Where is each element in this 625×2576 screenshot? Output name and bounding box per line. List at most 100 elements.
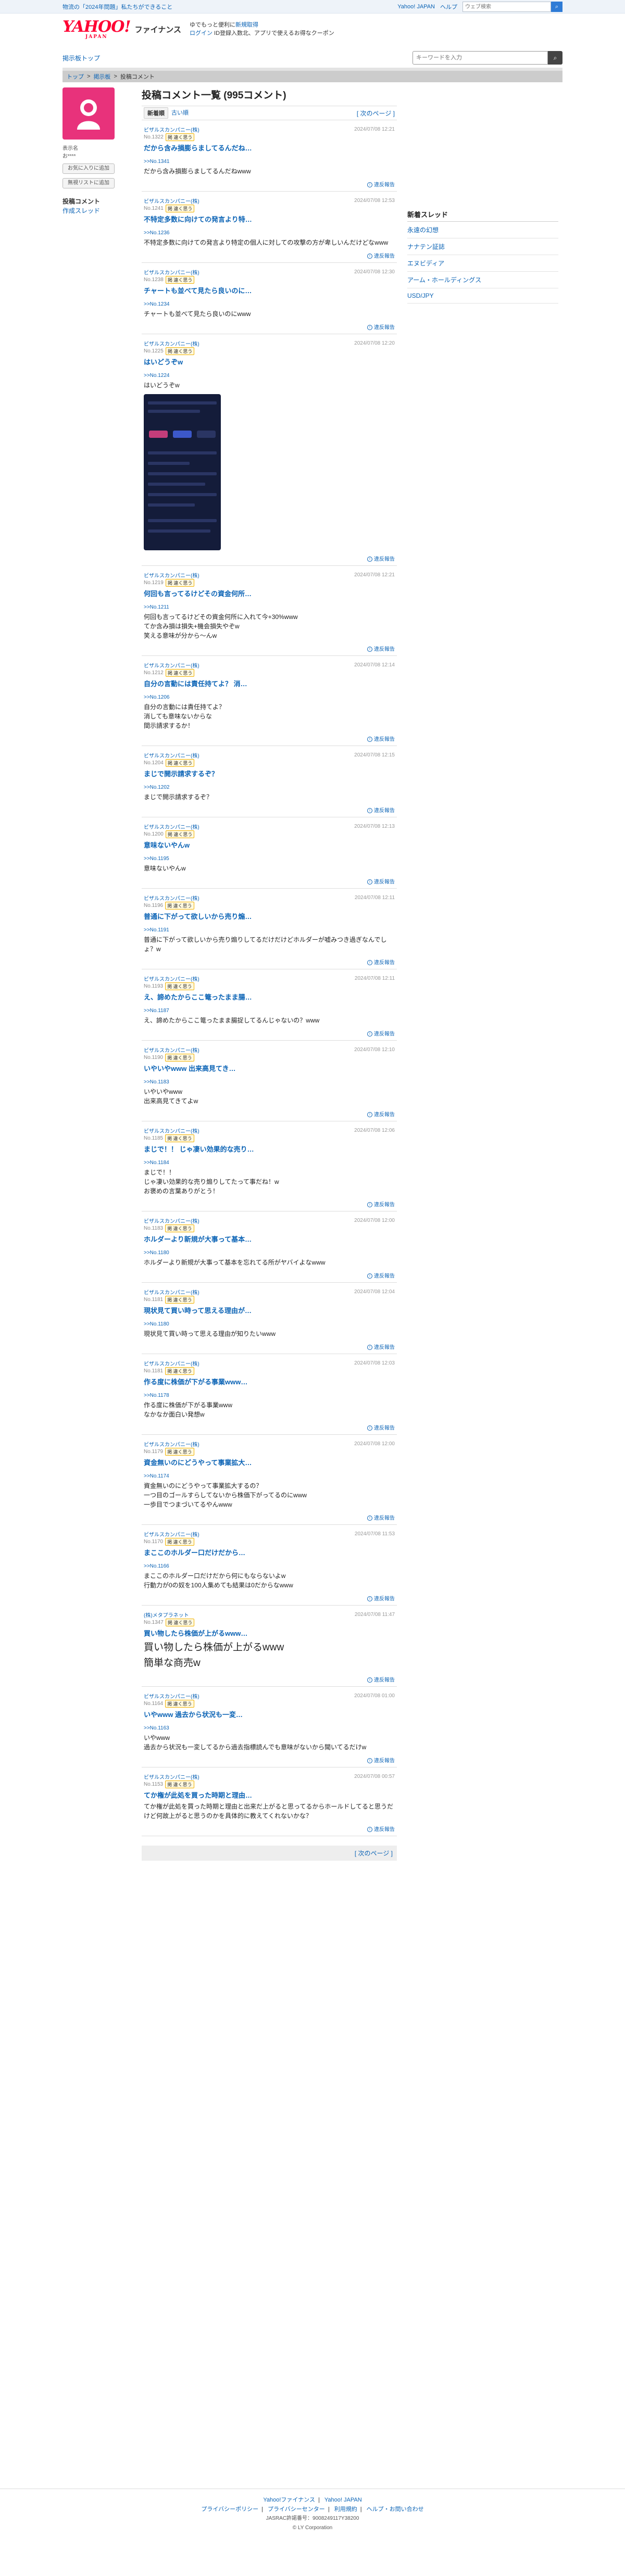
stock-link[interactable]: ビザルスカンパニー(株) bbox=[144, 197, 199, 205]
comment-title[interactable]: てか権が此処を買った時期と理由… bbox=[144, 1790, 395, 1800]
report-link[interactable]: ! 違反報告 bbox=[367, 647, 395, 652]
comment-title[interactable]: チャートも並べて見たら良いのに… bbox=[144, 285, 395, 295]
breadcrumb-top[interactable]: トップ bbox=[67, 72, 84, 81]
reaction-badge[interactable]: 掲 違く思う bbox=[165, 1224, 194, 1232]
reaction-badge[interactable]: 掲 違く思う bbox=[165, 347, 195, 355]
reaction-badge[interactable]: 掲 違く思う bbox=[165, 902, 194, 910]
comment-title[interactable]: まここのホルダー口だけだから… bbox=[144, 1547, 395, 1557]
stock-link[interactable]: ビザルスカンパニー(株) bbox=[144, 975, 199, 982]
report-link[interactable]: ! 違反報告 bbox=[367, 1112, 395, 1118]
stock-link[interactable]: ビザルスカンパニー(株) bbox=[144, 1217, 199, 1224]
reply-link[interactable]: >>No.1341 bbox=[144, 159, 395, 165]
reply-link[interactable]: >>No.1166 bbox=[144, 1563, 395, 1569]
reaction-badge[interactable]: 掲 違く思う bbox=[165, 276, 195, 284]
stock-link[interactable]: ビザルスカンパニー(株) bbox=[144, 661, 199, 669]
stock-link[interactable]: ビザルスカンパニー(株) bbox=[144, 125, 199, 133]
reply-link[interactable]: >>No.1202 bbox=[144, 785, 395, 790]
yahoo-logo[interactable]: YAHOO! JAPAN bbox=[63, 19, 131, 40]
search-icon[interactable]: ⌕ bbox=[548, 51, 562, 65]
attached-screenshot[interactable] bbox=[144, 394, 221, 550]
breadcrumb-board[interactable]: 掲示板 bbox=[93, 72, 110, 81]
footer-link[interactable]: プライバシーセンター bbox=[268, 2506, 325, 2512]
comment-title[interactable]: 何回も言ってるけどその資金何所… bbox=[144, 588, 395, 598]
footer-link[interactable]: Yahoo! JAPAN bbox=[324, 2497, 362, 2503]
reaction-badge[interactable]: 掲 違く思う bbox=[165, 205, 195, 212]
report-link[interactable]: ! 違反報告 bbox=[367, 1827, 395, 1833]
stock-link[interactable]: ビザルスカンパニー(株) bbox=[144, 1773, 199, 1781]
reply-link[interactable]: >>No.1195 bbox=[144, 856, 395, 862]
tab-oldest[interactable]: 古い順 bbox=[168, 107, 192, 119]
reply-link[interactable]: >>No.1206 bbox=[144, 694, 395, 700]
reaction-badge[interactable]: 掲 違く思う bbox=[165, 1619, 195, 1626]
report-link[interactable]: ! 違反報告 bbox=[367, 960, 395, 966]
report-link[interactable]: ! 違反報告 bbox=[367, 1031, 395, 1037]
next-page-link[interactable]: [ 次のページ ] bbox=[357, 109, 395, 118]
tab-newest[interactable]: 新着順 bbox=[144, 107, 168, 119]
comment-title[interactable]: 買い物したら株価が上がるwww… bbox=[144, 1628, 395, 1638]
stock-link[interactable]: ビザルスカンパニー(株) bbox=[144, 1288, 199, 1296]
reaction-badge[interactable]: 掲 違く思う bbox=[165, 830, 195, 838]
comment-title[interactable]: 自分の言動には責任持てよ？ 消… bbox=[144, 678, 395, 688]
reply-link[interactable]: >>No.1234 bbox=[144, 301, 395, 307]
reaction-badge[interactable]: 掲 違く思う bbox=[165, 669, 195, 677]
stock-link[interactable]: ビザルスカンパニー(株) bbox=[144, 894, 199, 902]
reply-link[interactable]: >>No.1211 bbox=[144, 604, 395, 610]
login-link[interactable]: ログイン bbox=[190, 30, 213, 36]
comment-title[interactable]: ホルダーより新規が大事って基本… bbox=[144, 1234, 395, 1244]
reaction-badge[interactable]: 掲 違く思う bbox=[165, 1134, 194, 1142]
promo-link[interactable]: 物流の「2024年問題」私たちができること bbox=[63, 3, 172, 11]
comment-title[interactable]: いやwww 過去から状況も一変… bbox=[144, 1709, 395, 1719]
reply-link[interactable]: >>No.1174 bbox=[144, 1473, 395, 1479]
report-link[interactable]: ! 違反報告 bbox=[367, 1425, 395, 1431]
thread-link[interactable]: ナナテン証誌 bbox=[407, 238, 558, 255]
comment-title[interactable]: 作る度に株価が下がる事業www… bbox=[144, 1377, 395, 1386]
comment-title[interactable]: え、諦めたからここ篭ったまま腸… bbox=[144, 992, 395, 1002]
thread-link[interactable]: アーム・ホールディングス bbox=[407, 272, 558, 288]
reply-link[interactable]: >>No.1236 bbox=[144, 230, 395, 236]
reply-link[interactable]: >>No.1180 bbox=[144, 1250, 395, 1256]
footer-link[interactable]: Yahoo!ファイナンス bbox=[263, 2497, 315, 2503]
reply-link[interactable]: >>No.1187 bbox=[144, 1008, 395, 1014]
comment-title[interactable]: 意味ないやんw bbox=[144, 840, 395, 850]
stock-link[interactable]: ビザルスカンパニー(株) bbox=[144, 1440, 199, 1448]
reaction-badge[interactable]: 掲 違く思う bbox=[165, 1448, 194, 1456]
stock-link[interactable]: ビザルスカンパニー(株) bbox=[144, 339, 199, 347]
signup-link[interactable]: 新規取得 bbox=[235, 22, 258, 28]
report-link[interactable]: ! 違反報告 bbox=[367, 737, 395, 742]
reply-link[interactable]: >>No.1163 bbox=[144, 1725, 395, 1731]
stock-link[interactable]: ビザルスカンパニー(株) bbox=[144, 1359, 199, 1367]
stock-link[interactable]: ビザルスカンパニー(株) bbox=[144, 751, 199, 759]
reaction-badge[interactable]: 掲 違く思う bbox=[165, 1781, 194, 1788]
next-page-link-bottom[interactable]: [ 次のページ ] bbox=[355, 1850, 393, 1857]
report-link[interactable]: ! 違反報告 bbox=[367, 808, 395, 814]
report-link[interactable]: ! 違反報告 bbox=[367, 1202, 395, 1208]
stock-link[interactable]: ビザルスカンパニー(株) bbox=[144, 1692, 199, 1700]
reaction-badge[interactable]: 掲 違く思う bbox=[165, 1054, 194, 1062]
thread-link[interactable]: 永遠の幻想 bbox=[407, 222, 558, 238]
reply-link[interactable]: >>No.1224 bbox=[144, 373, 395, 378]
report-link[interactable]: ! 違反報告 bbox=[367, 182, 395, 188]
reaction-badge[interactable]: 掲 違く思う bbox=[165, 1367, 194, 1375]
reply-link[interactable]: >>No.1183 bbox=[144, 1079, 395, 1085]
board-top-link[interactable]: 掲示板トップ bbox=[63, 54, 100, 62]
report-link[interactable]: ! 違反報告 bbox=[367, 1345, 395, 1350]
footer-link[interactable]: ヘルプ・お問い合わせ bbox=[367, 2506, 424, 2512]
stock-link[interactable]: ビザルスカンパニー(株) bbox=[144, 1127, 199, 1134]
reaction-badge[interactable]: 掲 違く思う bbox=[165, 133, 195, 141]
sidebar-item-comments[interactable]: 投稿コメント bbox=[63, 197, 135, 206]
footer-link[interactable]: プライバシーポリシー bbox=[201, 2506, 258, 2512]
report-link[interactable]: ! 違反報告 bbox=[367, 1758, 395, 1764]
thread-link[interactable]: USD/JPY bbox=[407, 288, 558, 304]
stock-link[interactable]: ビザルスカンパニー(株) bbox=[144, 823, 199, 830]
reply-link[interactable]: >>No.1180 bbox=[144, 1321, 395, 1327]
reaction-badge[interactable]: 掲 違く思う bbox=[165, 579, 195, 587]
help-link[interactable]: ヘルプ bbox=[440, 3, 457, 11]
comment-title[interactable]: 資金無いのにどうやって事業拡大… bbox=[144, 1457, 395, 1467]
comment-title[interactable]: まじで開示請求するぞ？ bbox=[144, 768, 395, 778]
stock-link[interactable]: ビザルスカンパニー(株) bbox=[144, 268, 199, 276]
comment-title[interactable]: だから含み損膨らましてるんだね… bbox=[144, 143, 395, 153]
comment-title[interactable]: 普通に下がって欲しいから売り煽… bbox=[144, 911, 395, 921]
follow-button[interactable]: お気に入りに追加 bbox=[63, 163, 115, 174]
reaction-badge[interactable]: 掲 違く思う bbox=[165, 1296, 194, 1304]
comment-title[interactable]: はいどうぞw bbox=[144, 357, 395, 367]
